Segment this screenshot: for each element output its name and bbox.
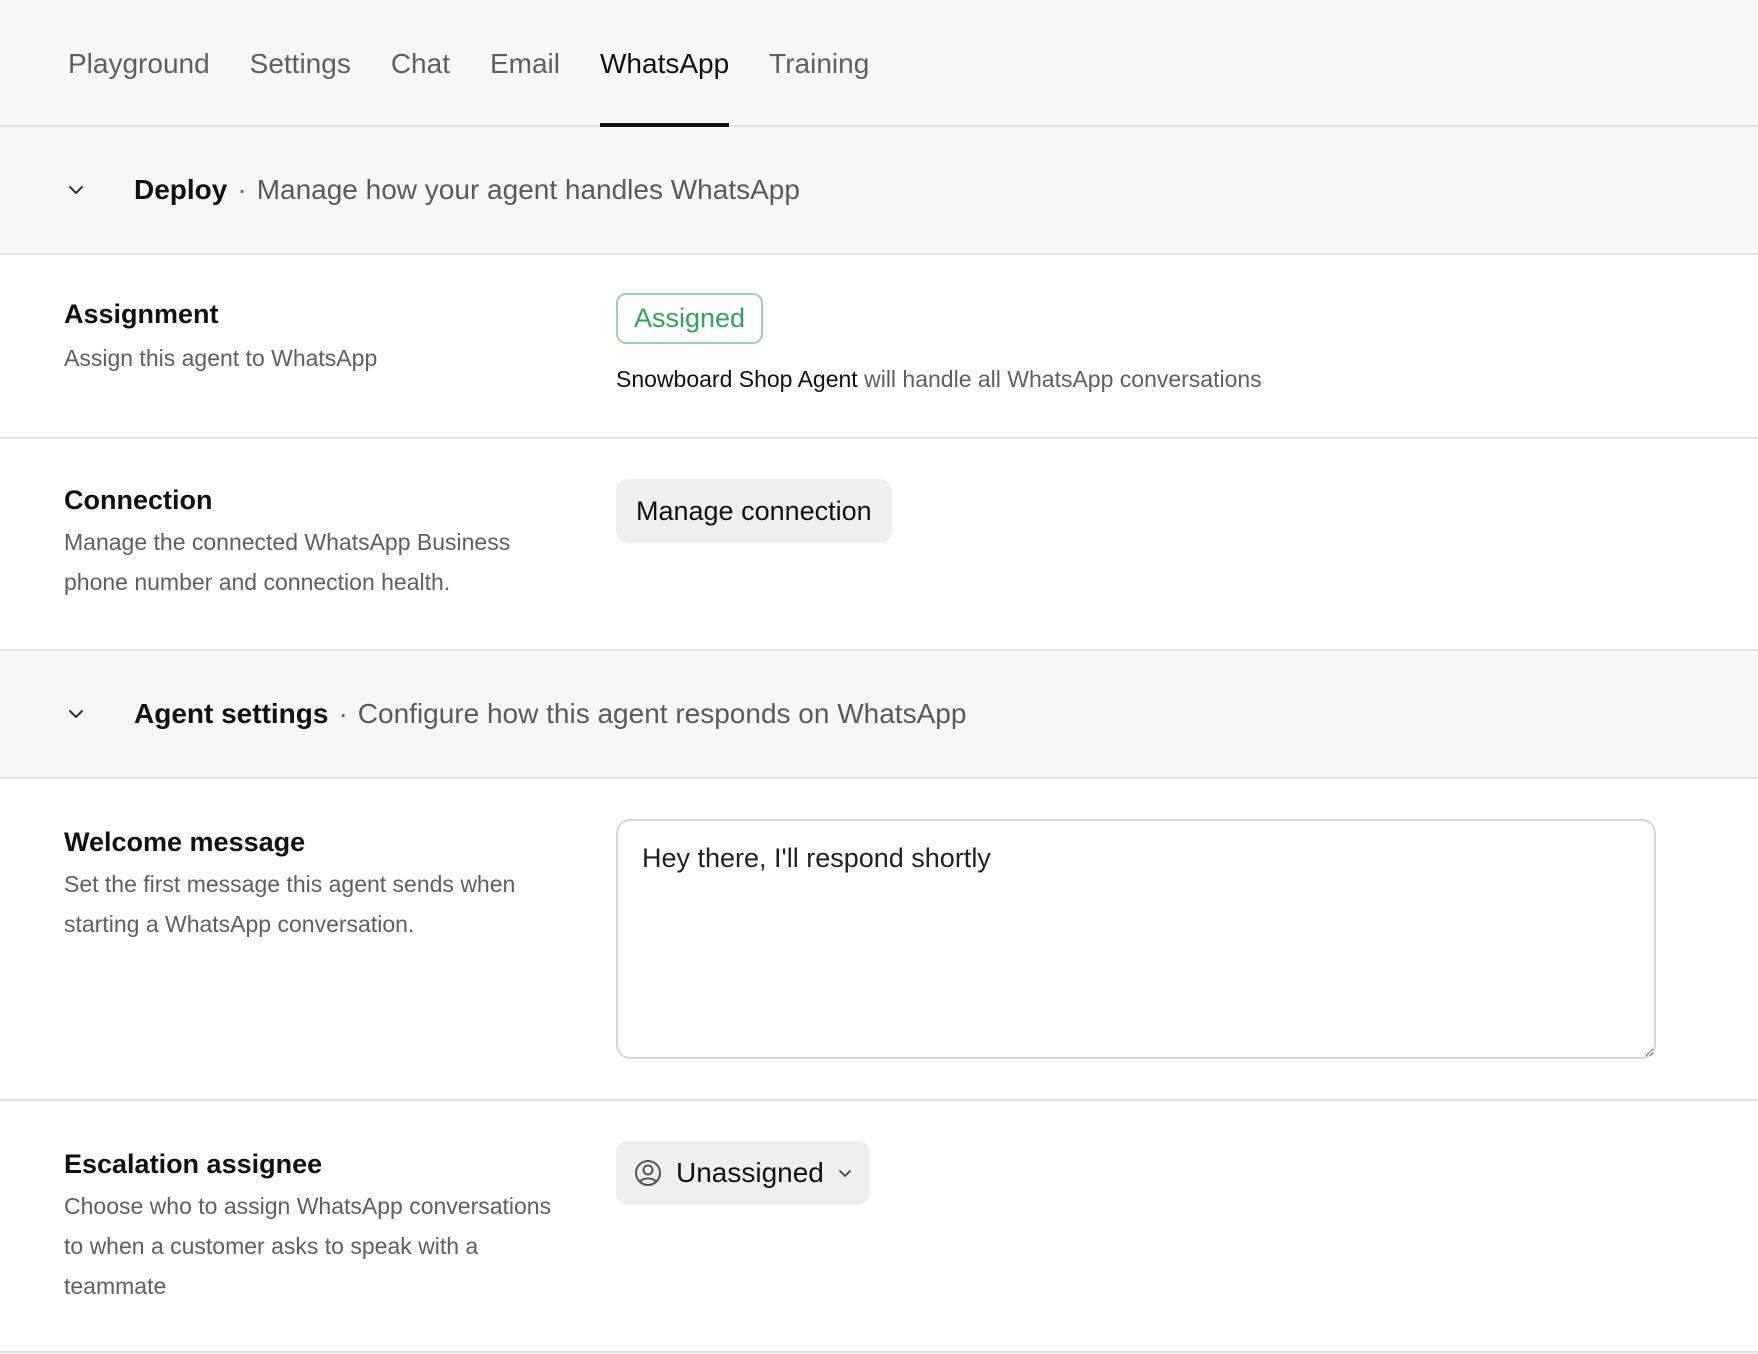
- connection-control: Manage connection: [616, 439, 1758, 649]
- welcome-message-info: Welcome message Set the first message th…: [0, 779, 616, 1099]
- escalation-title: Escalation assignee: [64, 1149, 323, 1179]
- escalation-description: Choose who to assign WhatsApp conversati…: [64, 1193, 552, 1299]
- user-circle-icon: [634, 1159, 662, 1187]
- deploy-separator: ·: [237, 174, 247, 205]
- manage-connection-button[interactable]: Manage connection: [616, 479, 892, 543]
- deploy-section-header[interactable]: Deploy · Manage how your agent handles W…: [0, 127, 1758, 255]
- agent-name: Snowboard Shop Agent: [616, 366, 858, 392]
- tab-whatsapp[interactable]: WhatsApp: [600, 0, 730, 127]
- connection-description: Manage the connected WhatsApp Business p…: [64, 529, 511, 595]
- agent-settings-section-header[interactable]: Agent settings · Configure how this agen…: [0, 651, 1758, 779]
- assignment-row: Assignment Assign this agent to WhatsApp…: [0, 255, 1758, 439]
- connection-info: Connection Manage the connected WhatsApp…: [0, 439, 616, 649]
- connection-title: Connection: [64, 485, 213, 515]
- agent-settings-description: Configure how this agent responds on Wha…: [357, 698, 967, 729]
- assignment-control: Assigned Snowboard Shop Agent will handl…: [616, 255, 1758, 437]
- assignment-summary: Snowboard Shop Agent will handle all Wha…: [616, 366, 1758, 393]
- welcome-message-row: Welcome message Set the first message th…: [0, 779, 1758, 1101]
- tab-settings[interactable]: Settings: [250, 0, 351, 125]
- assignment-description: Assign this agent to WhatsApp: [64, 345, 378, 371]
- welcome-message-textarea[interactable]: Hey there, I'll respond shortly: [616, 819, 1656, 1059]
- deploy-description: Manage how your agent handles WhatsApp: [256, 174, 800, 205]
- assignment-handle-text: will handle all WhatsApp conversations: [857, 366, 1262, 392]
- assignment-info: Assignment Assign this agent to WhatsApp: [0, 255, 616, 437]
- agent-settings-title: Agent settings: [134, 698, 329, 729]
- tab-playground[interactable]: Playground: [68, 0, 210, 125]
- escalation-info: Escalation assignee Choose who to assign…: [0, 1101, 616, 1351]
- assigned-status-badge[interactable]: Assigned: [616, 293, 764, 344]
- escalation-assignee-row: Escalation assignee Choose who to assign…: [0, 1101, 1758, 1353]
- chevron-down-icon: [838, 1169, 852, 1178]
- tab-chat[interactable]: Chat: [391, 0, 450, 125]
- assignment-title: Assignment: [64, 299, 219, 329]
- welcome-message-title: Welcome message: [64, 827, 306, 857]
- escalation-control: Unassigned: [616, 1101, 1758, 1351]
- deploy-title: Deploy: [134, 174, 228, 205]
- tab-training[interactable]: Training: [769, 0, 869, 125]
- agent-settings-separator: ·: [338, 698, 348, 729]
- escalation-selected-value: Unassigned: [676, 1157, 824, 1188]
- connection-row: Connection Manage the connected WhatsApp…: [0, 439, 1758, 651]
- escalation-assignee-select[interactable]: Unassigned: [616, 1141, 870, 1205]
- chevron-down-icon[interactable]: [66, 704, 86, 724]
- chevron-down-icon[interactable]: [66, 180, 86, 200]
- welcome-message-control: Hey there, I'll respond shortly: [616, 779, 1758, 1099]
- tab-bar: Playground Settings Chat Email WhatsApp …: [0, 0, 1758, 127]
- welcome-message-description: Set the first message this agent sends w…: [64, 871, 516, 937]
- tab-email[interactable]: Email: [490, 0, 560, 125]
